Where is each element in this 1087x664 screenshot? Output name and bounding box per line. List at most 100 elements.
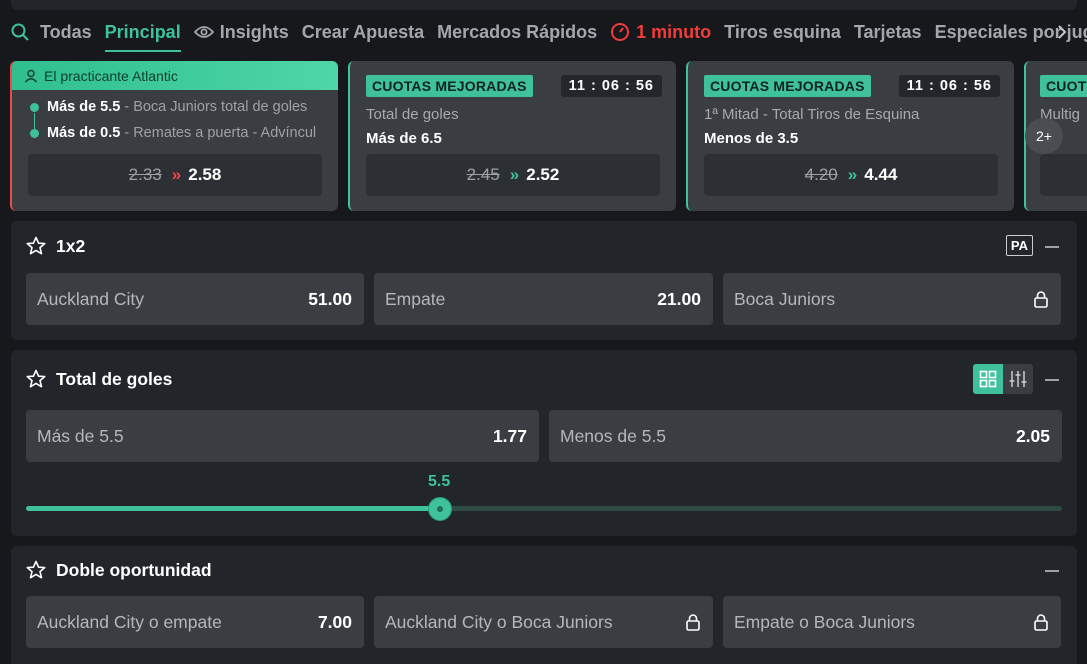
outcome-odds: 2.05 [1015, 425, 1050, 446]
tab-principal[interactable]: Principal [104, 10, 181, 54]
collapse-icon[interactable] [1045, 246, 1059, 248]
outcome-button: Auckland City o Boca Juniors [374, 596, 713, 648]
outcome-label: Auckland City [37, 288, 144, 309]
pa-badge: PA [1005, 235, 1033, 256]
card-header: El practicante Atlantic [12, 61, 338, 90]
view-toggle [973, 364, 1033, 394]
odds-button[interactable]: 2.33 » 2.58 [28, 154, 322, 196]
outcome-button[interactable]: Auckland City 51.00 [26, 273, 364, 325]
outcome-odds: 51.00 [308, 288, 352, 309]
tab-insights[interactable]: Insights [193, 10, 289, 54]
user-icon [24, 69, 38, 83]
bet-leg: Más de 5.5 - Boca Juniors total de goles [12, 94, 338, 120]
outcome-button[interactable]: Empate 21.00 [374, 273, 713, 325]
market-header[interactable]: Doble oportunidad [26, 558, 212, 582]
tab-tarjetas[interactable]: Tarjetas [854, 10, 922, 54]
boosted-odds: 2.58 [188, 165, 222, 184]
market-double-chance: Doble oportunidad Auckland City o empate… [11, 546, 1077, 664]
card-market-title: Total de goles [366, 106, 459, 123]
odds-button[interactable]: 4.20 » 4.44 [704, 154, 998, 196]
countdown-timer: 11 : 06 : 56 [898, 75, 1000, 97]
star-icon[interactable] [26, 560, 46, 580]
tab-1-minuto-label: 1 minuto [636, 21, 712, 42]
slider-view-icon[interactable] [1003, 364, 1033, 394]
line-slider-fill [26, 506, 440, 511]
boost-arrow-icon: » [847, 165, 858, 184]
market-1x2: 1x2 PA Auckland City 51.00 Empate 21.00 … [11, 221, 1077, 340]
market-header[interactable]: 1x2 [26, 234, 85, 258]
market-tabs-nav: Todas Principal Insights Crear Apuesta M… [0, 10, 1087, 54]
old-odds: 2.45 [466, 165, 500, 184]
odds-button[interactable] [1040, 154, 1087, 196]
carousel-next-button[interactable]: 2+ [1025, 118, 1063, 154]
leg-market: - Boca Juniors total de goles [124, 99, 308, 115]
lock-icon [1033, 613, 1049, 631]
boosted-odds-card[interactable]: CUOTAS MEJORADAS 11 : 06 : 56 1ª Mitad -… [686, 61, 1014, 211]
outcome-odds: 21.00 [657, 288, 701, 309]
old-odds: 2.33 [128, 165, 162, 184]
eye-icon [193, 25, 214, 39]
boosted-odds: 2.52 [526, 165, 560, 184]
outcome-label: Boca Juniors [734, 288, 836, 309]
star-icon[interactable] [26, 369, 46, 389]
outcome-label: Menos de 5.5 [560, 425, 667, 446]
leg-market: - Remates a puerta - Advíncul [124, 125, 317, 141]
market-header[interactable]: Total de goles [26, 367, 172, 391]
boosted-badge: CUOTAS MEJORADAS [704, 75, 871, 97]
carousel-next-label: 2+ [1036, 128, 1052, 144]
outcome-button: Empate o Boca Juniors [723, 596, 1061, 648]
bet-leg: Más de 0.5 - Remates a puerta - Advíncul [12, 120, 338, 146]
stopwatch-icon [610, 22, 630, 42]
tab-tiros-esquina[interactable]: Tiros esquina [724, 10, 841, 54]
old-odds: 4.20 [804, 165, 838, 184]
outcome-button[interactable]: Auckland City o empate 7.00 [26, 596, 364, 648]
market-title: Doble oportunidad [56, 559, 212, 580]
line-slider-handle[interactable] [429, 497, 451, 520]
boosted-badge: CUOT [1040, 75, 1087, 97]
legs-connector [34, 113, 35, 131]
tab-insights-label: Insights [219, 21, 289, 42]
outcome-button[interactable]: Menos de 5.5 2.05 [549, 410, 1062, 462]
outcome-label: Más de 5.5 [37, 425, 124, 446]
boost-arrow-icon: » [509, 165, 520, 184]
outcome-label: Empate o Boca Juniors [734, 611, 915, 632]
outcome-odds: 7.00 [317, 611, 352, 632]
outcome-button[interactable]: Más de 5.5 1.77 [26, 410, 539, 462]
outcome-button: Boca Juniors [723, 273, 1061, 325]
outcome-label: Auckland City o empate [37, 611, 222, 632]
star-icon[interactable] [26, 236, 46, 256]
slider-value: 5.5 [428, 473, 451, 490]
boost-arrow-icon: » [171, 165, 182, 184]
collapse-icon[interactable] [1045, 570, 1059, 572]
market-total-goals: Total de goles Más de 5.5 1.77 Menos de … [11, 350, 1077, 536]
chevron-right-icon[interactable] [1057, 10, 1067, 54]
card-selection: Más de 6.5 [366, 130, 442, 147]
top-edge-bar [11, 0, 1077, 10]
lock-icon [685, 613, 701, 631]
boosted-odds-card[interactable]: CUOTAS MEJORADAS 11 : 06 : 56 Total de g… [348, 61, 676, 211]
boosted-badge: CUOTAS MEJORADAS [366, 75, 533, 97]
outcome-odds: 1.77 [492, 425, 527, 446]
leg-selection: Más de 0.5 [47, 125, 121, 141]
bet-builder-card[interactable]: El practicante Atlantic Más de 5.5 - Boc… [10, 61, 338, 211]
card-header-label: El practicante Atlantic [44, 67, 178, 84]
market-title: 1x2 [56, 235, 86, 256]
tab-mercados-rapidos[interactable]: Mercados Rápidos [437, 10, 597, 54]
search-icon[interactable] [10, 22, 30, 42]
collapse-icon[interactable] [1045, 379, 1059, 381]
odds-button[interactable]: 2.45 » 2.52 [366, 154, 660, 196]
market-title: Total de goles [56, 368, 173, 389]
card-market-title: 1ª Mitad - Total Tiros de Esquina [704, 106, 920, 123]
grid-view-icon[interactable] [973, 364, 1003, 394]
promo-cards-carousel: El practicante Atlantic Más de 5.5 - Boc… [10, 61, 1087, 211]
boosted-odds: 4.44 [864, 165, 898, 184]
outcome-label: Empate [385, 288, 446, 309]
tab-crear-apuesta[interactable]: Crear Apuesta [302, 10, 424, 54]
tab-1-minuto[interactable]: 1 minuto [610, 10, 711, 54]
outcome-label: Auckland City o Boca Juniors [385, 611, 613, 632]
lock-icon [1033, 290, 1049, 308]
leg-selection: Más de 5.5 [47, 99, 121, 115]
tab-todas[interactable]: Todas [40, 10, 92, 54]
card-selection: Menos de 3.5 [704, 130, 799, 147]
leg-dot [30, 102, 39, 112]
